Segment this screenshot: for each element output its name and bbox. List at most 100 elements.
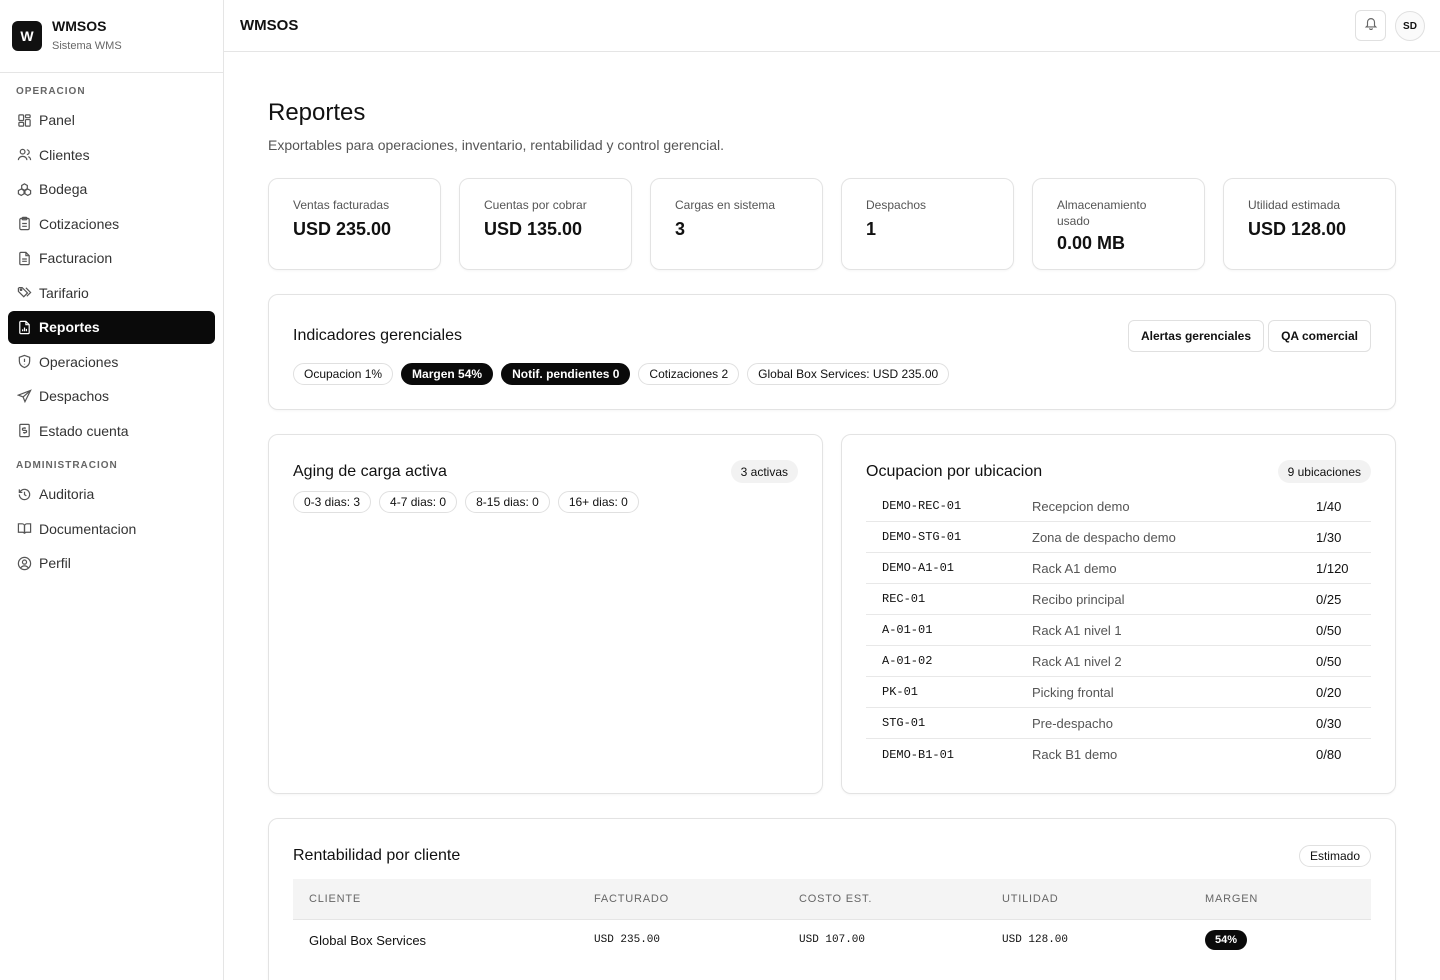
location-occupancy: 1/120	[1316, 560, 1349, 576]
location-name: Recepcion demo	[1032, 498, 1130, 514]
table-row: DEMO-REC-01 Recepcion demo 1/40	[866, 491, 1371, 522]
rentabilidad-table: CLIENTE FACTURADO COSTO EST. UTILIDAD MA…	[293, 879, 1371, 960]
notifications-button[interactable]	[1355, 10, 1386, 41]
locations-count-badge: 9 ubicaciones	[1277, 460, 1371, 483]
chip-ocupacion: Ocupacion 1%	[293, 363, 394, 385]
kpi-row: Ventas facturadas USD 235.00 Cuentas por…	[268, 178, 1396, 270]
card-title: Aging de carga activa	[293, 463, 447, 480]
location-name: Rack B1 demo	[1032, 747, 1118, 762]
location-occupancy: 1/30	[1316, 529, 1342, 545]
kpi-label: Despachos	[866, 198, 927, 212]
kpi-value: USD 235.00	[293, 219, 392, 239]
header-utilidad: UTILIDAD	[1002, 893, 1059, 905]
aging-chip: 0-3 dias: 3	[293, 491, 372, 513]
user-circle-icon	[16, 555, 32, 571]
grid-icon	[16, 112, 32, 128]
sidebar-item-perfil[interactable]: Perfil	[8, 547, 215, 580]
indicator-chips: Ocupacion 1% Margen 54% Notif. pendiente…	[293, 363, 950, 385]
rentabilidad-card: Rentabilidad por cliente Estimado CLIENT…	[268, 818, 1396, 980]
page-title: Reportes	[268, 99, 366, 126]
kpi-card-cargas: Cargas en sistema 3	[650, 178, 823, 270]
sidebar-item-operaciones[interactable]: Operaciones	[8, 345, 215, 378]
table-row: DEMO-B1-01 Rack B1 demo 0/80	[866, 739, 1371, 770]
sidebar-item-documentacion[interactable]: Documentacion	[8, 512, 215, 545]
boxes-icon	[16, 181, 32, 197]
card-title: Rentabilidad por cliente	[293, 847, 461, 864]
location-code: DEMO-REC-01	[882, 499, 962, 513]
table-row: Global Box Services USD 235.00 USD 107.0…	[293, 920, 1371, 960]
sidebar-item-estado-cuenta[interactable]: Estado cuenta	[8, 414, 215, 447]
avatar[interactable]: SD	[1395, 11, 1425, 41]
kpi-label: Cargas en sistema	[675, 198, 776, 212]
alertas-gerenciales-button[interactable]: Alertas gerenciales	[1127, 320, 1264, 352]
shield-icon	[16, 354, 32, 370]
page-subtitle: Exportables para operaciones, inventario…	[268, 137, 725, 153]
location-occupancy: 0/25	[1316, 591, 1342, 607]
chip-margen: Margen 54%	[401, 363, 494, 385]
location-name: Picking frontal	[1032, 684, 1114, 700]
cell-utilidad: USD 128.00	[1002, 934, 1069, 946]
topbar-title: WMSOS	[240, 17, 299, 34]
card-title: Ocupacion por ubicacion	[866, 463, 1043, 480]
receipt-icon	[16, 423, 32, 439]
kpi-label: Almacenamiento usado	[1057, 198, 1147, 228]
ocupacion-card: Ocupacion por ubicacion 9 ubicaciones DE…	[841, 434, 1396, 794]
qa-comercial-button[interactable]: QA comercial	[1268, 320, 1371, 352]
clipboard-icon	[16, 216, 32, 232]
sidebar-item-auditoria[interactable]: Auditoria	[8, 478, 215, 511]
cell-facturado: USD 235.00	[594, 934, 661, 946]
location-name: Rack A1 nivel 2	[1032, 653, 1122, 669]
table-row: DEMO-STG-01 Zona de despacho demo 1/30	[866, 522, 1371, 553]
sidebar-item-reportes[interactable]: Reportes	[8, 310, 215, 344]
chip-top-client: Global Box Services: USD 235.00	[747, 363, 950, 385]
kpi-value: USD 128.00	[1248, 219, 1347, 239]
cell-cliente: Global Box Services	[309, 932, 427, 948]
location-occupancy: 0/50	[1316, 653, 1342, 669]
sidebar-item-label: Facturacion	[39, 250, 113, 266]
bell-icon	[1364, 16, 1378, 35]
location-occupancy: 1/40	[1316, 498, 1342, 514]
sidebar-item-label: Bodega	[39, 181, 88, 197]
aging-chips: 0-3 dias: 3 4-7 dias: 0 8-15 dias: 0 16+…	[293, 491, 639, 513]
location-code: REC-01	[882, 592, 926, 606]
sidebar-item-panel[interactable]: Panel	[8, 104, 215, 137]
sidebar-item-tarifario[interactable]: Tarifario	[8, 276, 215, 309]
kpi-value: USD 135.00	[484, 219, 583, 239]
brand-subtitle: Sistema WMS	[52, 39, 122, 52]
location-name: Recibo principal	[1032, 591, 1125, 607]
header-facturado: FACTURADO	[594, 893, 670, 905]
sidebar-item-label: Perfil	[39, 555, 71, 571]
location-occupancy: 0/80	[1316, 747, 1342, 762]
table-row: REC-01 Recibo principal 0/25	[866, 584, 1371, 615]
location-code: DEMO-B1-01	[882, 747, 955, 762]
brand-logo: W	[12, 21, 42, 51]
sidebar-item-despachos[interactable]: Despachos	[8, 380, 215, 413]
file-text-icon	[16, 250, 32, 266]
location-name: Pre-despacho	[1032, 715, 1113, 731]
header-margen: MARGEN	[1205, 893, 1259, 905]
location-code: A-01-02	[882, 654, 933, 668]
indicadores-card: Indicadores gerenciales Alertas gerencia…	[268, 294, 1396, 410]
sidebar-item-label: Despachos	[39, 388, 110, 404]
table-row: A-01-01 Rack A1 nivel 1 0/50	[866, 615, 1371, 646]
cell-costo: USD 107.00	[799, 934, 866, 946]
brand[interactable]: W WMSOS Sistema WMS	[0, 0, 223, 73]
sidebar-item-label: Tarifario	[39, 284, 89, 301]
location-code: STG-01	[882, 716, 926, 730]
header-cliente: CLIENTE	[309, 893, 362, 905]
table-row: A-01-02 Rack A1 nivel 2 0/50	[866, 646, 1371, 677]
sidebar-item-cotizaciones[interactable]: Cotizaciones	[8, 207, 215, 240]
chip-cotizaciones: Cotizaciones 2	[638, 363, 740, 385]
location-code: DEMO-STG-01	[882, 530, 962, 544]
location-name: Rack A1 demo	[1032, 560, 1117, 576]
card-title: Indicadores gerenciales	[293, 327, 462, 344]
sidebar-item-bodega[interactable]: Bodega	[8, 173, 215, 206]
sidebar-item-facturacion[interactable]: Facturacion	[8, 242, 215, 275]
kpi-value: 3	[675, 219, 686, 239]
kpi-card-despachos: Despachos 1	[841, 178, 1014, 270]
topbar: WMSOS SD	[224, 0, 1440, 52]
brand-name: WMSOS	[52, 17, 107, 34]
kpi-label: Utilidad estimada	[1248, 198, 1341, 212]
table-row: DEMO-A1-01 Rack A1 demo 1/120	[866, 553, 1371, 584]
sidebar-item-clientes[interactable]: Clientes	[8, 138, 215, 171]
